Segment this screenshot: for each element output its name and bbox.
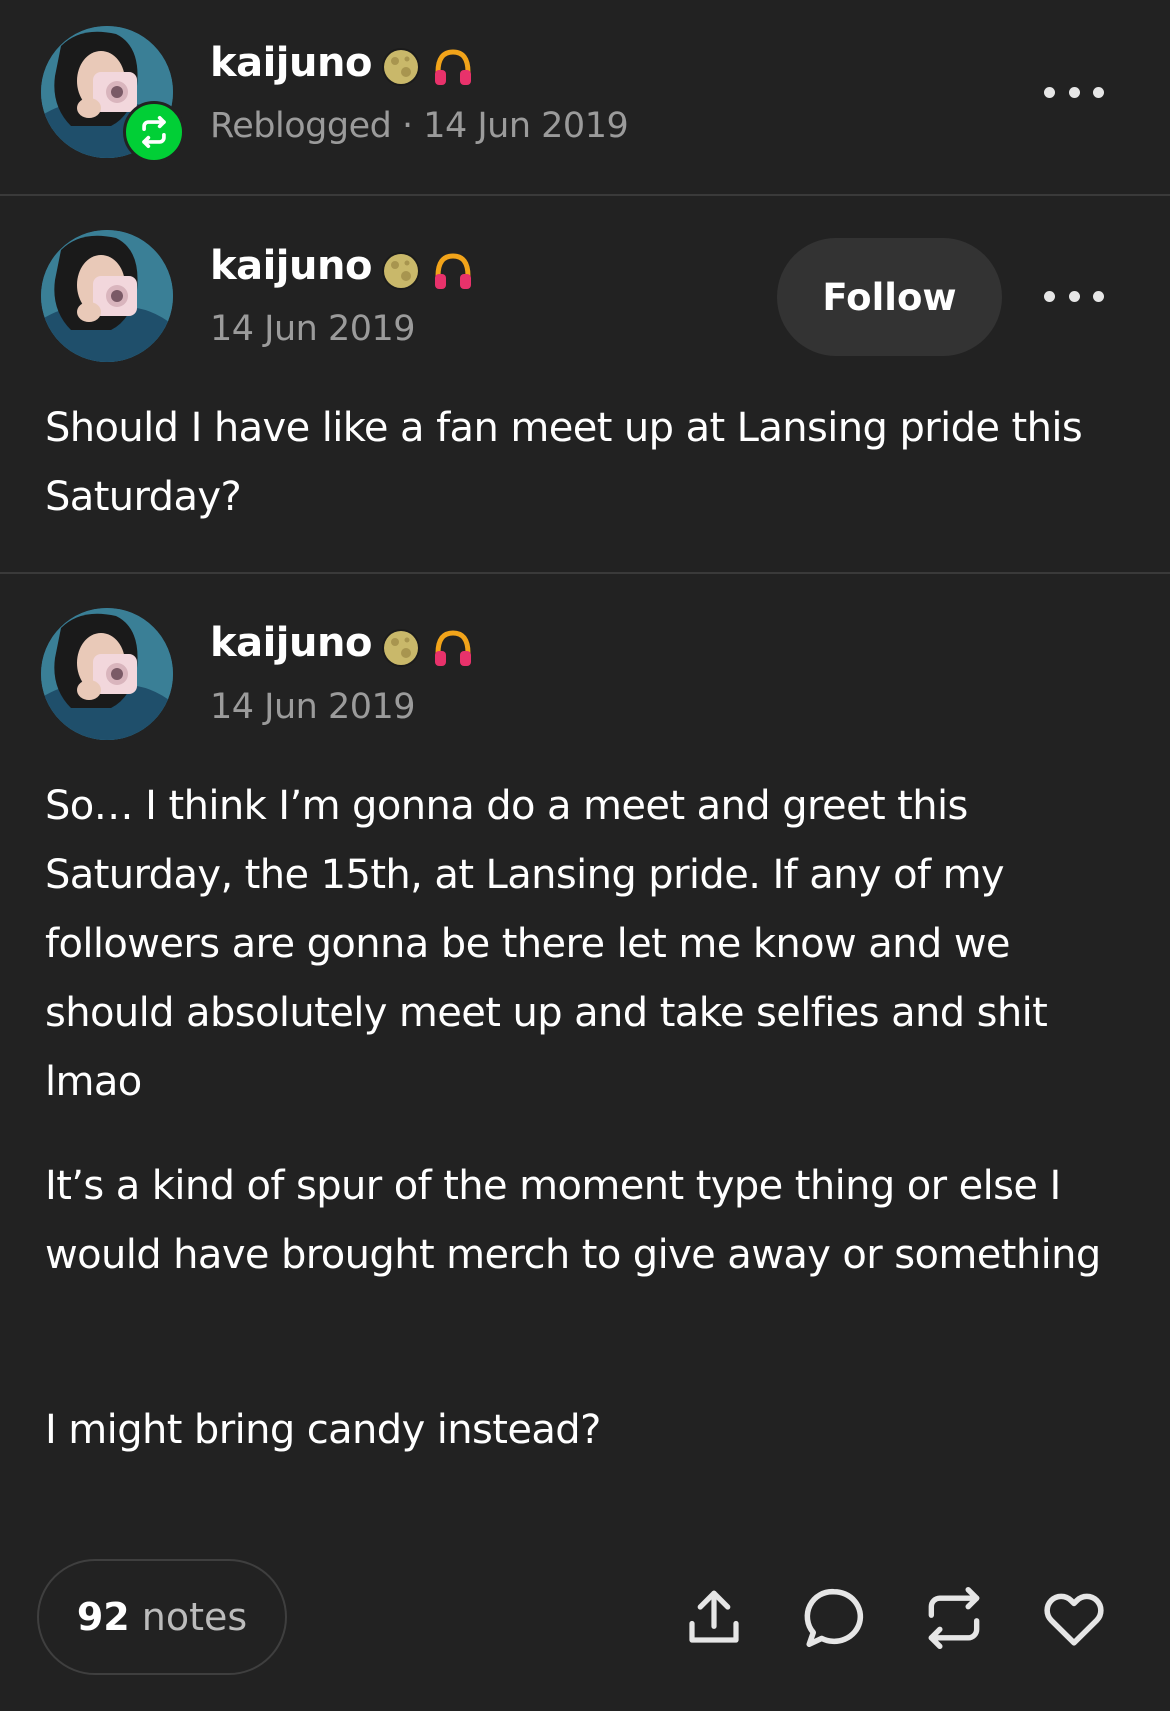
comment-icon[interactable] [796,1580,872,1656]
post-date: 14 Jun 2019 [210,309,416,349]
divider [0,572,1170,574]
reblog-icon[interactable] [916,1580,992,1656]
avatar-photo [41,608,173,740]
username[interactable]: kaijuno [210,40,372,86]
user-badges [380,627,474,669]
notes-count: 92 [76,1595,130,1639]
headphones-badge-icon [435,253,471,289]
post-paragraph: It’s a kind of spur of the moment type t… [45,1163,1101,1278]
avatar-photo [41,230,173,362]
moon-badge-icon [382,252,420,290]
username[interactable]: kaijuno [210,620,372,666]
avatar[interactable] [41,608,173,740]
user-badges [380,46,474,88]
username[interactable]: kaijuno [210,243,372,289]
moon-badge-icon [382,629,420,667]
share-icon[interactable] [676,1580,752,1656]
post-paragraph: I might bring candy instead? [45,1407,601,1453]
headphones-badge-icon [435,630,471,666]
more-options-icon[interactable] [1044,72,1104,112]
avatar[interactable] [41,230,173,362]
reblog-badge-icon [123,101,185,163]
headphones-badge-icon [435,49,471,85]
reblog-meta: Reblogged · 14 Jun 2019 [210,106,629,146]
post-paragraph: So… I think I’m gonna do a meet and gree… [45,783,1048,1105]
post-date: 14 Jun 2019 [210,687,416,727]
user-badges [380,250,474,292]
reblog-header: kaijuno Reblogged · 14 Jun 2019 [0,0,1170,195]
like-heart-icon[interactable] [1036,1580,1112,1656]
notes-button[interactable]: 92 notes [37,1559,287,1675]
moon-badge-icon [382,48,420,86]
follow-button[interactable]: Follow [777,238,1002,356]
more-options-icon[interactable] [1044,276,1104,316]
divider [0,194,1170,196]
notes-label: notes [141,1595,248,1639]
post-body: Should I have like a fan meet up at Lans… [45,405,1083,520]
